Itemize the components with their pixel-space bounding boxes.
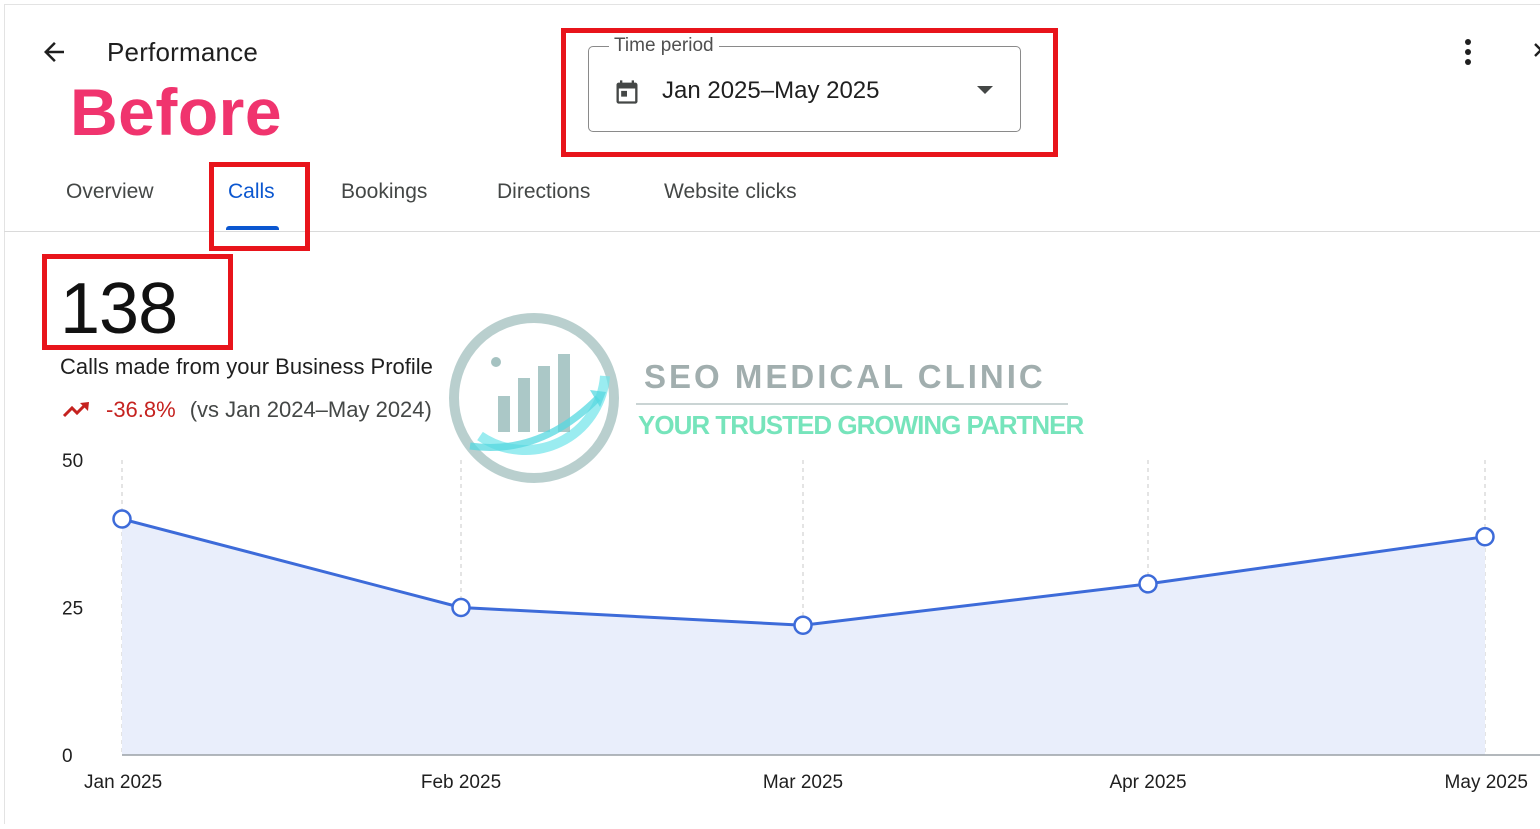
page-title: Performance [107,37,259,67]
before-overlay-label: Before [70,75,283,149]
trending-down-icon [62,401,92,419]
change-row: -36.8% (vs Jan 2024–May 2024) [62,396,432,424]
calls-area-chart: 0 25 50 Jan 2025 Feb 2025 Mar 2025 Apr 2025 May… [62,451,1540,793]
tabs-divider [4,231,1540,232]
comparison-period: (vs Jan 2024–May 2024) [189,397,432,422]
y-tick-label-2: 50 [62,451,83,472]
tab-calls[interactable]: Calls [228,180,275,204]
time-period-value: Jan 2025–May 2025 [662,77,880,104]
y-tick-label-1: 25 [62,599,83,620]
more-options-button[interactable] [1452,34,1484,70]
data-point-3 [1138,574,1158,594]
area-fill [122,519,1485,755]
metric-description: Calls made from your Business Profile [60,354,433,379]
time-period-label: Time period [609,35,719,57]
dropdown-arrow-icon [977,86,993,94]
tab-overview[interactable]: Overview [66,180,154,204]
tab-website-clicks[interactable]: Website clicks [664,180,797,204]
data-point-1 [451,597,471,618]
back-button[interactable] [36,34,72,70]
calendar-icon [616,80,638,104]
x-tick-label-2: Mar 2025 [763,772,843,793]
calls-chart: 0 25 50 Jan 2025 Feb 2025 Mar 2025 Apr 2025 May… [0,440,1540,824]
more-vert-icon [1465,39,1471,65]
x-tick-label-0: Jan 2025 [84,772,162,793]
tab-directions[interactable]: Directions [497,180,590,204]
x-tick-label-1: Feb 2025 [421,772,501,793]
y-tick-label-0: 0 [62,746,73,767]
data-point-4 [1475,526,1495,547]
close-button[interactable] [1528,38,1540,66]
performance-tabs: Overview Calls Bookings Directions Websi… [0,168,1540,232]
x-tick-label-4: May 2025 [1445,772,1528,793]
tab-bookings[interactable]: Bookings [341,180,427,204]
active-tab-indicator [226,226,279,230]
data-point-2 [793,615,813,635]
time-period-select[interactable]: Time period Jan 2025–May 2025 [588,35,1021,132]
calls-total: 138 [60,269,178,349]
data-point-0 [112,509,132,529]
arrow-left-icon [44,42,64,62]
close-icon [1534,43,1540,57]
change-percent: -36.8% [106,397,176,422]
x-tick-label-3: Apr 2025 [1109,772,1186,793]
